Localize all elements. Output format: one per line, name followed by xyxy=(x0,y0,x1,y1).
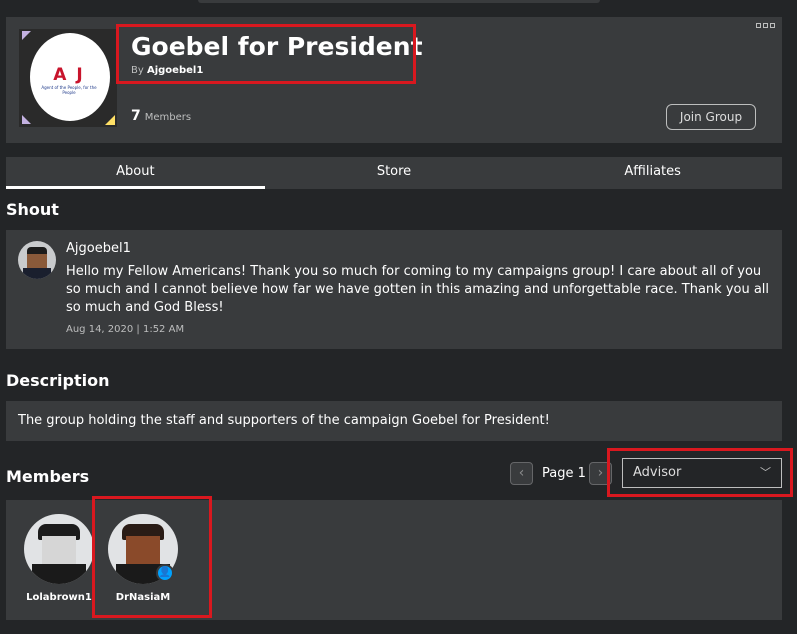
highlight-member-box xyxy=(92,496,212,618)
description-panel: The group holding the staff and supporte… xyxy=(6,401,782,441)
member-count-number: 7 xyxy=(131,108,141,124)
members-heading: Members xyxy=(6,467,90,486)
shout-timestamp: Aug 14, 2020 | 1:52 AM xyxy=(66,324,185,335)
more-options-icon[interactable] xyxy=(756,23,775,28)
emblem-corner-br xyxy=(105,115,115,125)
emblem-tagline: Agent of the People, for the People xyxy=(41,85,97,95)
emblem-logo: A J xyxy=(53,65,85,85)
shout-heading: Shout xyxy=(6,200,59,219)
description-heading: Description xyxy=(6,371,110,390)
group-emblem: A J Agent of the People, for the People xyxy=(19,29,117,127)
shout-author-avatar[interactable] xyxy=(18,241,56,279)
tab-affiliates[interactable]: Affiliates xyxy=(523,157,782,189)
prev-page-button[interactable]: ‹ xyxy=(510,462,533,485)
page-label: Page 1 xyxy=(542,466,586,481)
group-tabs: About Store Affiliates xyxy=(6,157,782,189)
tab-about[interactable]: About xyxy=(6,157,265,189)
emblem-corner-bl xyxy=(22,115,31,124)
member-count-label: Members xyxy=(144,112,192,123)
member-name[interactable]: Lolabrown1 xyxy=(20,592,98,603)
highlight-role-select-box xyxy=(607,448,793,497)
top-strip xyxy=(0,0,797,14)
description-text: The group holding the staff and supporte… xyxy=(18,413,550,428)
join-group-button[interactable]: Join Group xyxy=(666,104,756,130)
highlight-title-box xyxy=(116,24,416,84)
shout-author-name[interactable]: Ajgoebel1 xyxy=(66,241,131,256)
shout-message: Hello my Fellow Americans! Thank you so … xyxy=(66,264,770,315)
top-bar xyxy=(198,0,600,3)
member-card[interactable]: Lolabrown1 xyxy=(20,514,98,603)
shout-panel: Ajgoebel1 Hello my Fellow Americans! Tha… xyxy=(6,230,782,349)
tab-store[interactable]: Store xyxy=(265,157,524,189)
member-avatar[interactable] xyxy=(24,514,94,584)
members-pager: ‹ Page 1 › xyxy=(510,461,612,486)
emblem-corner-tl xyxy=(22,31,31,40)
member-count: 7 Members xyxy=(131,108,191,124)
